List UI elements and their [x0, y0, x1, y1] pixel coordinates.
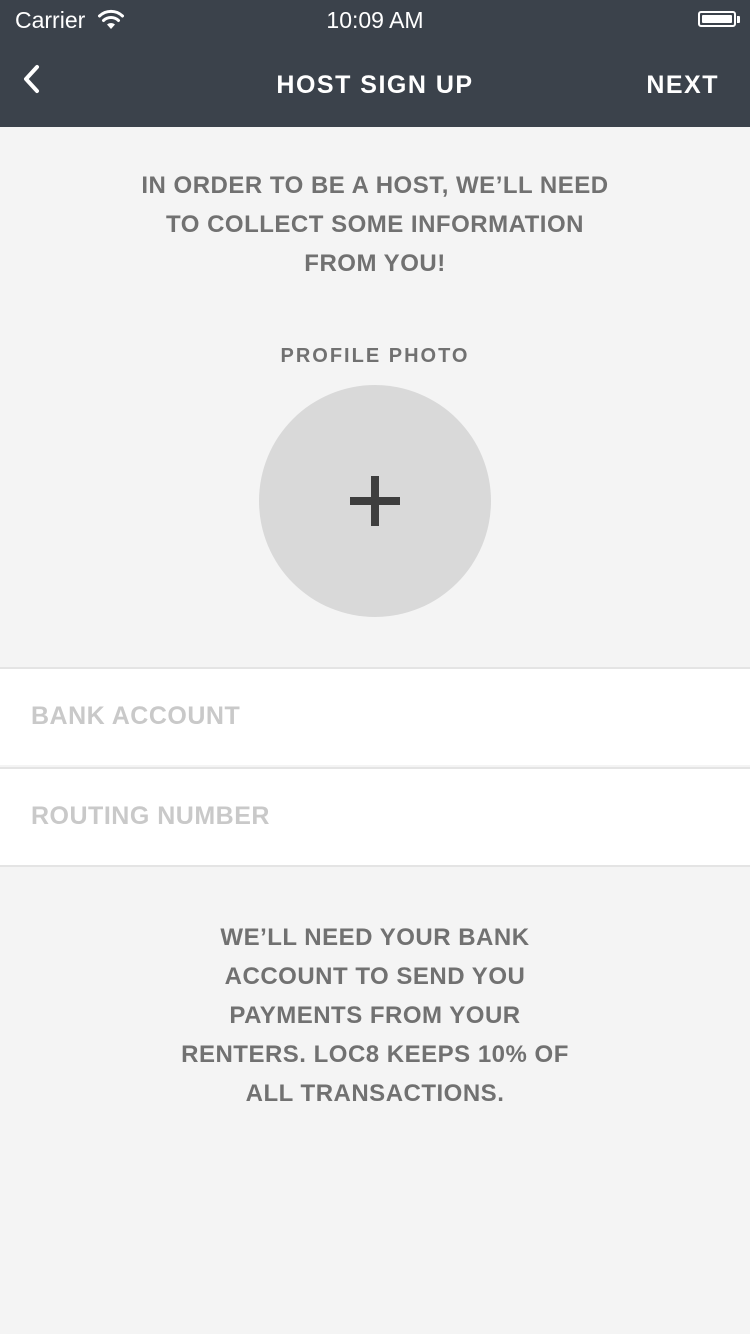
battery-icon: [698, 9, 740, 29]
plus-icon: [350, 476, 400, 526]
status-bar-time: 10:09 AM: [326, 7, 424, 33]
profile-photo-label: PROFILE PHOTO: [280, 345, 470, 367]
add-profile-photo-button[interactable]: [259, 385, 491, 617]
battery-body: [698, 11, 737, 27]
battery-tip: [737, 15, 740, 23]
bank-account-input[interactable]: [31, 669, 721, 763]
navigation-bar: Carrier 10:09 AM HOST SIGN UP NEXT: [0, 0, 750, 127]
intro-message: IN ORDER TO BE A HOST, WE’LL NEED TO COL…: [141, 172, 609, 277]
bank-info-message: WE’LL NEED YOUR BANK ACCOUNT TO SEND YOU…: [181, 924, 569, 1107]
bank-account-row: [0, 667, 750, 765]
plus-vertical-bar: [371, 476, 379, 526]
page-title: HOST SIGN UP: [276, 71, 474, 99]
routing-number-input[interactable]: [31, 769, 721, 863]
battery-level: [702, 15, 733, 23]
next-button[interactable]: NEXT: [646, 68, 719, 102]
routing-number-row: [0, 767, 750, 867]
